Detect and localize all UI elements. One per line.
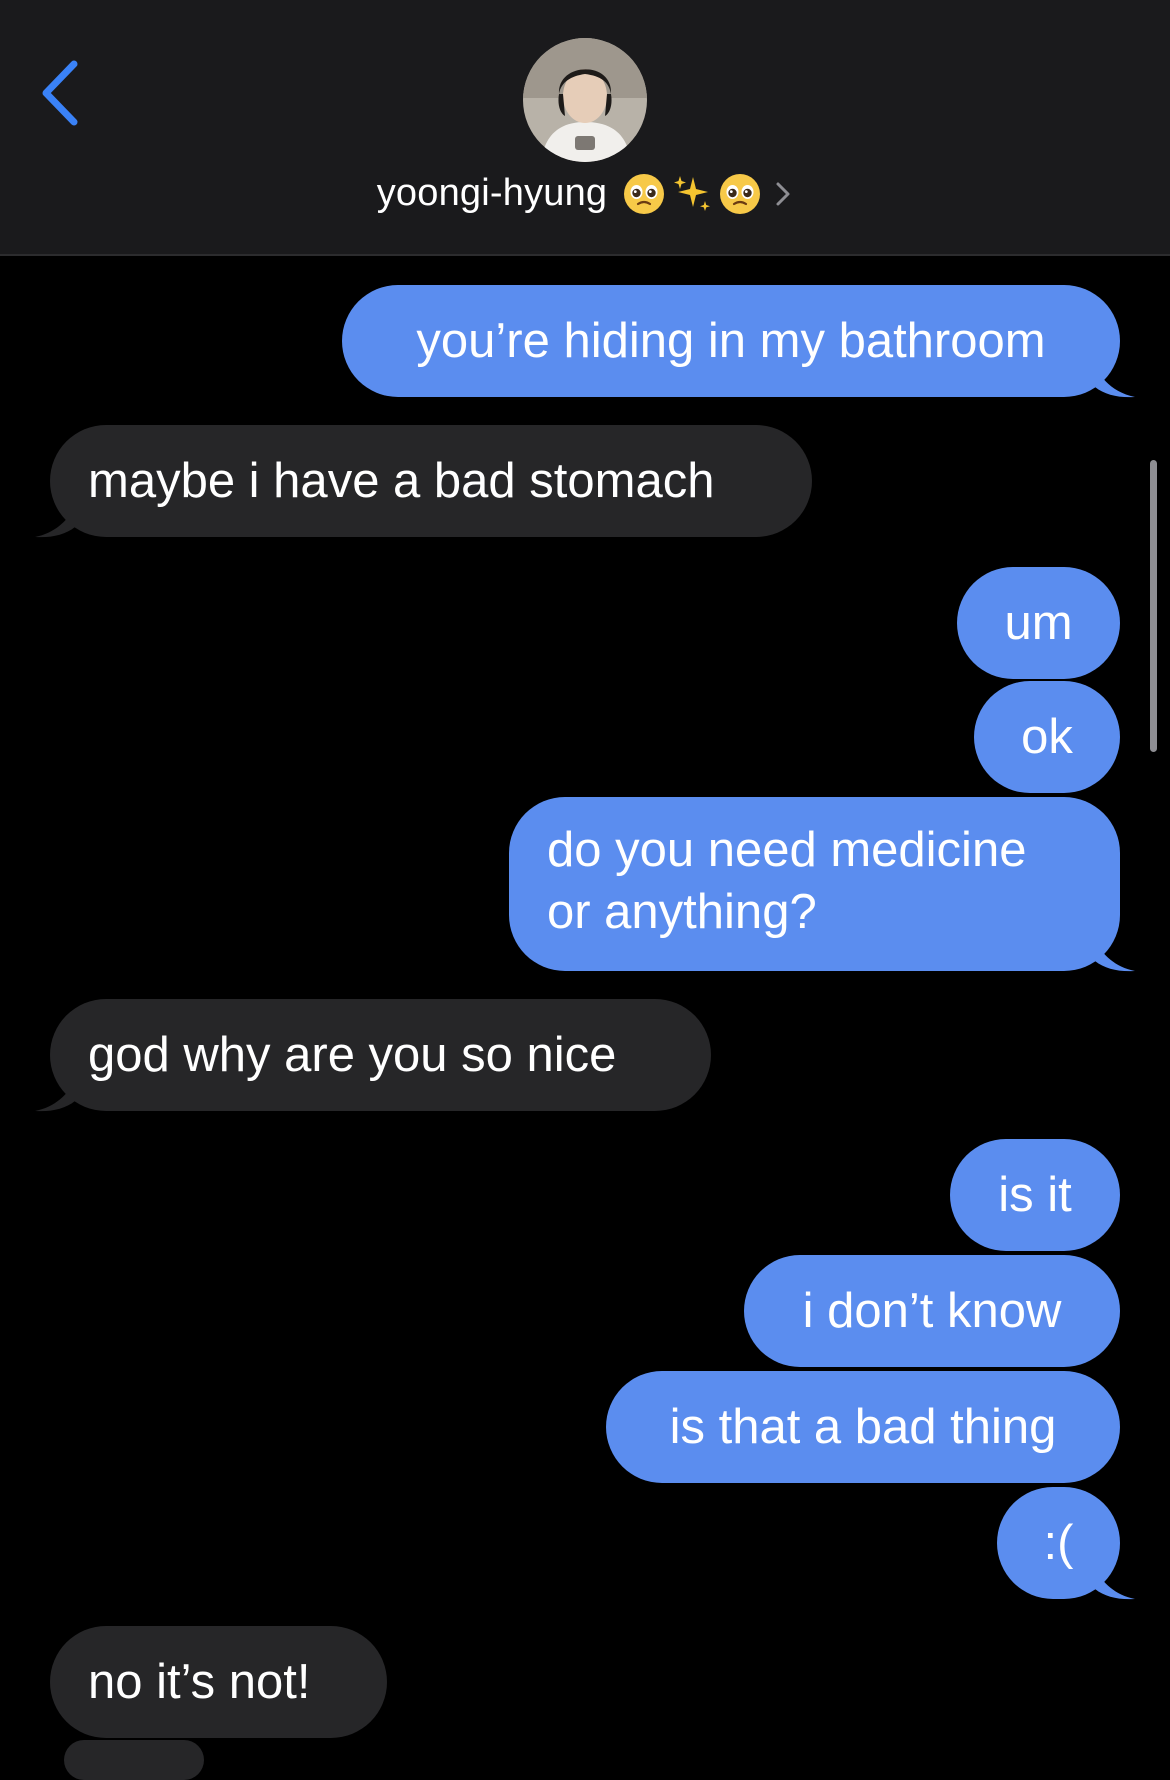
message-bubble-received[interactable]: no it’s not! bbox=[50, 1626, 387, 1738]
message-bubble-sent[interactable]: i don’t know bbox=[744, 1255, 1120, 1367]
message-bubble-sent[interactable]: do you need medicine or anything? bbox=[509, 797, 1120, 971]
back-button[interactable] bbox=[30, 48, 90, 138]
chevron-right-icon bbox=[773, 179, 793, 209]
message-text: god why are you so nice bbox=[88, 1028, 617, 1082]
message-bubble-sent[interactable]: you’re hiding in my bathroom bbox=[342, 285, 1120, 397]
message-text: no it’s not! bbox=[88, 1655, 311, 1709]
message-bubble-sent[interactable]: um bbox=[957, 567, 1120, 679]
name-emojis bbox=[623, 173, 761, 215]
message-text: ok bbox=[1021, 710, 1073, 764]
contact-name-row[interactable]: yoongi-hyung bbox=[0, 172, 1170, 215]
avatar-photo bbox=[523, 38, 647, 162]
message-bubble-sent[interactable]: ok bbox=[974, 681, 1120, 793]
message-text: you’re hiding in my bathroom bbox=[416, 314, 1046, 368]
message-text: maybe i have a bad stomach bbox=[88, 454, 715, 508]
pleading-face-emoji bbox=[624, 173, 665, 214]
scrollbar[interactable] bbox=[1150, 460, 1157, 752]
message-text: do you need medicine or anything? bbox=[547, 823, 1027, 939]
message-bubble-sent[interactable]: :( bbox=[997, 1487, 1120, 1599]
message-bubble-received[interactable]: maybe i have a bad stomach bbox=[50, 425, 812, 537]
sparkles-emoji bbox=[674, 175, 711, 211]
chevron-left-icon bbox=[42, 60, 78, 126]
contact-avatar[interactable] bbox=[523, 38, 647, 162]
message-text: :( bbox=[1043, 1516, 1074, 1570]
message-text: is that a bad thing bbox=[669, 1400, 1057, 1454]
message-text: um bbox=[1004, 596, 1073, 650]
message-thread[interactable]: you’re hiding in my bathroom maybe i hav… bbox=[0, 254, 1170, 1780]
message-bubble-received[interactable]: god why are you so nice bbox=[50, 999, 711, 1111]
message-bubble-sent[interactable]: is that a bad thing bbox=[606, 1371, 1120, 1483]
contact-name: yoongi-hyung bbox=[376, 172, 608, 214]
pleading-face-emoji bbox=[720, 173, 761, 214]
partial-message-bubble bbox=[64, 1740, 204, 1780]
message-text: is it bbox=[998, 1168, 1072, 1222]
conversation-header: yoongi-hyung bbox=[0, 0, 1170, 256]
message-text: i don’t know bbox=[802, 1284, 1062, 1338]
message-bubble-sent[interactable]: is it bbox=[950, 1139, 1120, 1251]
